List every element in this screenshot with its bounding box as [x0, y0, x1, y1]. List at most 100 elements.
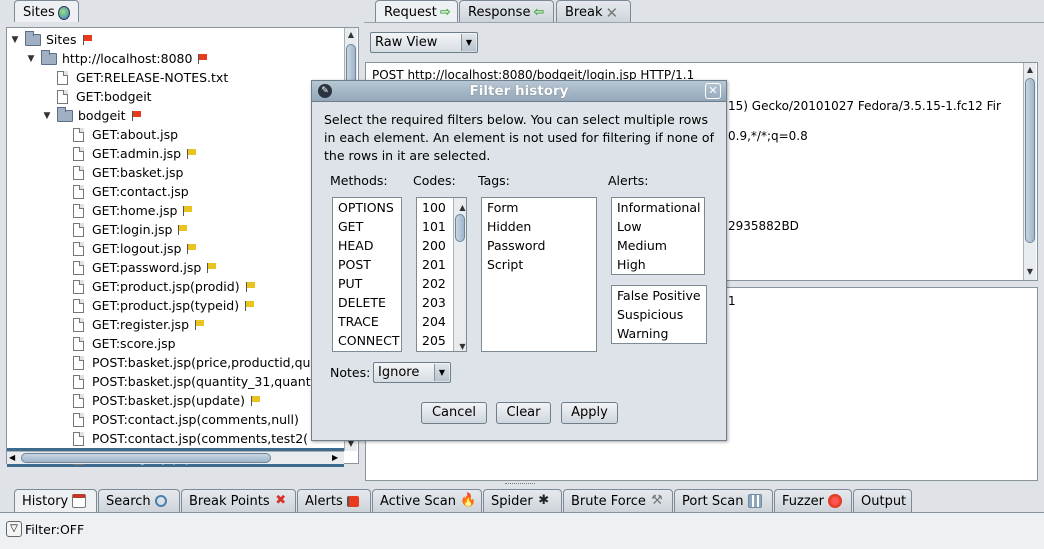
expand-toggle-icon[interactable]: ▼ — [41, 111, 53, 121]
scroll-down-icon[interactable]: ▼ — [1024, 265, 1036, 278]
scroll-thumb[interactable] — [455, 214, 465, 242]
notes-select[interactable]: Ignore ▼ — [373, 362, 451, 383]
confidence-option[interactable]: Suspicious — [612, 305, 706, 324]
alerts-list[interactable]: Informational Low Medium High — [611, 197, 705, 275]
cancel-button[interactable]: Cancel — [421, 402, 487, 424]
tree-leaf[interactable]: GET:bodgeit — [57, 87, 152, 106]
alert-option[interactable]: Low — [612, 217, 704, 236]
tab-alerts[interactable]: Alerts — [297, 489, 371, 512]
tag-option[interactable]: Hidden — [482, 217, 596, 236]
scroll-up-icon[interactable]: ▲ — [1024, 63, 1036, 76]
scroll-thumb[interactable] — [21, 453, 271, 463]
magnifier-icon — [154, 495, 167, 507]
code-option[interactable]: 101 — [417, 217, 453, 236]
tree-leaf[interactable]: GET:password.jsp — [73, 258, 217, 277]
methods-list[interactable]: OPTIONS GET HEAD POST PUT DELETE TRACE CONNECT — [332, 197, 402, 352]
alert-option[interactable]: Medium — [612, 236, 704, 255]
code-option[interactable]: 200 — [417, 236, 453, 255]
tab-output[interactable]: Output — [853, 489, 912, 512]
method-option[interactable]: OPTIONS — [333, 198, 401, 217]
tree-horizontal-scrollbar[interactable]: ◀ ▶ — [7, 451, 344, 464]
tree-leaf[interactable]: POST:basket.jsp(price,productid,qu — [73, 353, 310, 372]
tab-active-scan[interactable]: Active Scan 🔥 — [372, 489, 482, 512]
close-icon[interactable]: ✕ — [705, 83, 721, 99]
method-option[interactable]: POST — [333, 255, 401, 274]
tab-spider[interactable]: Spider ✱ — [483, 489, 562, 512]
tree-leaf[interactable]: POST:basket.jsp(quantity_31,quant — [73, 372, 311, 391]
tree-node-host[interactable]: ▼ http://localhost:8080 — [25, 49, 208, 68]
filter-button[interactable]: ▽ Filter:OFF — [6, 521, 84, 537]
apply-button[interactable]: Apply — [561, 402, 618, 424]
dialog-title-bar[interactable]: ✎ Filter history ✕ — [312, 81, 726, 102]
tree-label: POST:contact.jsp(comments,test2( — [92, 431, 309, 446]
code-option[interactable]: 204 — [417, 312, 453, 331]
method-option[interactable]: HEAD — [333, 236, 401, 255]
scroll-down-icon[interactable]: ▼ — [454, 337, 466, 356]
file-icon — [57, 70, 68, 85]
tree-leaf[interactable]: GET:product.jsp(prodid) — [73, 277, 255, 296]
code-option[interactable]: 201 — [417, 255, 453, 274]
tree-leaf[interactable]: GET:RELEASE-NOTES.txt — [57, 68, 228, 87]
tree-node-sites[interactable]: ▼ Sites — [9, 30, 92, 49]
tab-sites[interactable]: Sites — [14, 0, 79, 22]
tree-leaf[interactable]: GET:contact.jsp — [73, 182, 189, 201]
tag-option[interactable]: Script — [482, 255, 596, 274]
tree-leaf[interactable]: POST:contact.jsp(comments,null) — [73, 410, 299, 429]
tab-request[interactable]: Request ⇨ — [375, 0, 458, 22]
tree-leaf[interactable]: GET:register.jsp — [73, 315, 205, 334]
method-option[interactable]: PUT — [333, 274, 401, 293]
tree-leaf[interactable]: GET:admin.jsp — [73, 144, 197, 163]
tab-brute-force[interactable]: Brute Force ⚒ — [563, 489, 673, 512]
tree-leaf[interactable]: GET:logout.jsp — [73, 239, 197, 258]
codes-list[interactable]: 100 101 200 201 202 203 204 205 ▲ ▼ — [416, 197, 467, 352]
tag-option[interactable]: Form — [482, 198, 596, 217]
tree-leaf[interactable]: GET:login.jsp — [73, 220, 188, 239]
file-icon — [73, 184, 84, 199]
tree-leaf[interactable]: GET:basket.jsp — [73, 163, 183, 182]
tree-leaf[interactable]: GET:score.jsp — [73, 334, 176, 353]
split-handle[interactable] — [505, 483, 535, 486]
tree-label: GET:password.jsp — [92, 260, 202, 275]
view-select[interactable]: Raw View ▼ — [370, 32, 478, 53]
scroll-up-icon[interactable]: ▲ — [345, 28, 357, 41]
tree-leaf[interactable]: GET:about.jsp — [73, 125, 178, 144]
request-vertical-scrollbar[interactable]: ▲ ▼ — [1023, 63, 1036, 280]
scroll-right-icon[interactable]: ▶ — [332, 452, 338, 464]
method-option[interactable]: TRACE — [333, 312, 401, 331]
tree-leaf[interactable]: POST:basket.jsp(update) — [73, 391, 260, 410]
scroll-left-icon[interactable]: ◀ — [9, 452, 15, 464]
codes-vertical-scrollbar[interactable]: ▲ ▼ — [453, 198, 466, 351]
code-option[interactable]: 202 — [417, 274, 453, 293]
tree-leaf[interactable]: GET:home.jsp — [73, 201, 193, 220]
expand-toggle-icon[interactable]: ▼ — [9, 35, 21, 45]
tags-list[interactable]: Form Hidden Password Script — [481, 197, 597, 352]
tree-node-bodgeit[interactable]: ▼ bodgeit — [41, 106, 141, 125]
confidence-option[interactable]: False Positive — [612, 286, 706, 305]
tab-fuzzer[interactable]: Fuzzer — [774, 489, 852, 512]
method-option[interactable]: GET — [333, 217, 401, 236]
alert-option[interactable]: Informational — [612, 198, 704, 217]
code-option[interactable]: 203 — [417, 293, 453, 312]
code-option[interactable]: 100 — [417, 198, 453, 217]
method-option[interactable]: CONNECT — [333, 331, 401, 350]
scroll-thumb[interactable] — [1025, 78, 1035, 243]
tab-port-scan[interactable]: Port Scan — [674, 489, 773, 512]
method-option[interactable]: DELETE — [333, 293, 401, 312]
clear-button[interactable]: Clear — [496, 402, 551, 424]
tab-search[interactable]: Search — [98, 489, 180, 512]
tab-response[interactable]: Response ⇦ — [459, 0, 554, 22]
chevron-down-icon: ▼ — [461, 34, 476, 51]
code-option[interactable]: 205 — [417, 331, 453, 350]
tab-break-points[interactable]: Break Points ✖ — [181, 489, 296, 512]
tree-leaf[interactable]: POST:contact.jsp(comments,test2( — [73, 429, 308, 448]
tag-option[interactable]: Password — [482, 236, 596, 255]
tab-history[interactable]: History — [14, 489, 97, 512]
expand-toggle-icon[interactable]: ▼ — [25, 54, 37, 64]
tree-label: GET:about.jsp — [92, 127, 179, 142]
confidence-option[interactable]: Warning — [612, 324, 706, 343]
wrench-icon: ⚒ — [651, 493, 663, 508]
confidence-list[interactable]: False Positive Suspicious Warning — [611, 285, 707, 344]
tree-leaf[interactable]: GET:product.jsp(typeid) — [73, 296, 255, 315]
alert-option[interactable]: High — [612, 255, 704, 274]
tab-break[interactable]: Break ✕ — [556, 0, 631, 22]
